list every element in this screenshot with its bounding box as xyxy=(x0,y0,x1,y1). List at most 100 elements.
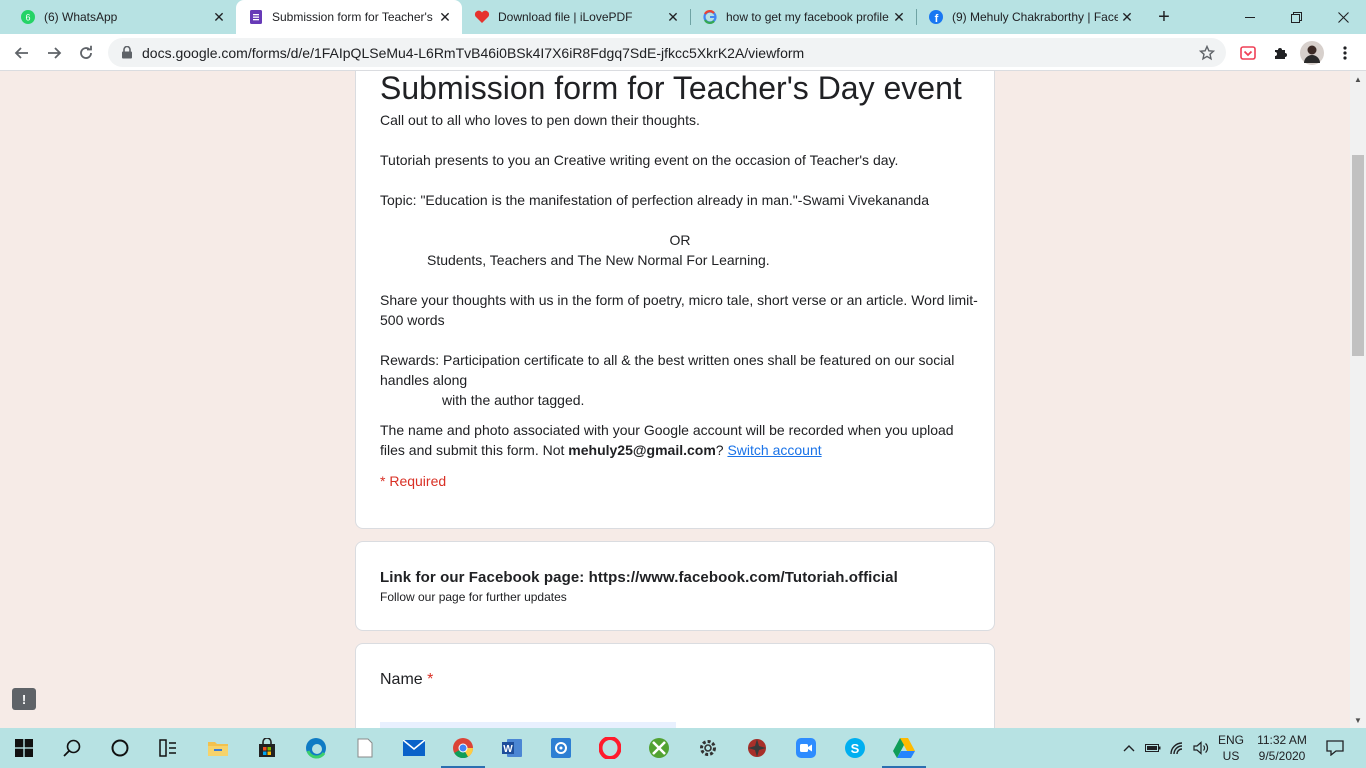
url-text[interactable]: docs.google.com/forms/d/e/1FAIpQLSeMu4-L… xyxy=(142,45,1192,61)
section-card: Link for our Facebook page: https://www.… xyxy=(355,541,995,631)
clock-time: 11:32 AM xyxy=(1257,733,1307,747)
store-bag-icon[interactable] xyxy=(243,728,291,768)
tab-forms[interactable]: Submission form for Teacher's Day event … xyxy=(236,0,462,34)
tab-title: (6) WhatsApp xyxy=(44,10,118,24)
required-indicator: * Required xyxy=(380,473,447,489)
settings-gear-icon[interactable] xyxy=(684,728,732,768)
word-icon[interactable]: W xyxy=(488,728,536,768)
kebab-menu-icon xyxy=(1343,46,1347,60)
edge-browser-icon[interactable] xyxy=(292,728,340,768)
close-icon[interactable]: ✕ xyxy=(436,8,454,26)
description-blank xyxy=(380,210,980,230)
google-forms-icon xyxy=(248,9,264,25)
input-language[interactable]: ENG US xyxy=(1213,732,1249,764)
language-code: ENG xyxy=(1217,733,1244,747)
arrow-left-icon xyxy=(14,47,28,59)
form-header-card: Submission form for Teacher's Day event … xyxy=(355,71,995,529)
search-icon[interactable] xyxy=(48,728,96,768)
skype-icon[interactable]: S xyxy=(831,728,879,768)
notifications-icon[interactable] xyxy=(1320,728,1350,768)
show-hidden-icons-chevron-icon[interactable] xyxy=(1118,728,1140,768)
browser-toolbar: docs.google.com/forms/d/e/1FAIpQLSeMu4-L… xyxy=(0,34,1366,71)
system-clock[interactable]: 11:32 AM 9/5/2020 xyxy=(1252,732,1312,764)
google-icon xyxy=(702,9,718,25)
drive-icon[interactable] xyxy=(880,728,928,768)
description-blank xyxy=(380,330,980,350)
control-panel-icon[interactable] xyxy=(537,728,585,768)
battery-icon[interactable] xyxy=(1142,728,1164,768)
required-asterisk: * xyxy=(427,671,434,688)
ilovepdf-heart-icon xyxy=(474,9,490,25)
tab-title: Submission form for Teacher's Day event xyxy=(272,10,436,24)
opera-icon[interactable] xyxy=(586,728,634,768)
description-blank xyxy=(380,270,980,290)
description-line: Call out to all who loves to pen down th… xyxy=(380,112,700,128)
description-line: Rewards: Participation certificate to al… xyxy=(380,352,955,388)
section-title: Link for our Facebook page: https://www.… xyxy=(380,569,898,586)
form-title: Submission form for Teacher's Day event xyxy=(380,71,962,106)
chrome-icon[interactable] xyxy=(439,728,487,768)
xbox-icon[interactable] xyxy=(635,728,683,768)
close-icon[interactable]: ✕ xyxy=(890,8,908,26)
region-code: US xyxy=(1222,749,1240,763)
scroll-down-arrow-icon[interactable]: ▼ xyxy=(1350,712,1366,728)
tab-ilovepdf[interactable]: Download file | iLovePDF ✕ xyxy=(462,0,690,34)
reload-button[interactable] xyxy=(72,39,100,67)
mail-icon[interactable] xyxy=(390,728,438,768)
svg-text:S: S xyxy=(851,741,860,756)
forward-button[interactable] xyxy=(40,39,68,67)
tab-title: how to get my facebook profile link xyxy=(726,10,890,24)
description-blank xyxy=(380,170,980,190)
new-tab-button[interactable]: + xyxy=(1152,5,1176,29)
close-icon[interactable]: ✕ xyxy=(664,8,682,26)
report-feedback-icon[interactable]: ! xyxy=(12,688,36,710)
form-description: Call out to all who loves to pen down th… xyxy=(380,110,980,410)
file-explorer-icon[interactable] xyxy=(194,728,242,768)
close-window-button[interactable] xyxy=(1320,0,1366,34)
restore-button[interactable] xyxy=(1273,0,1319,34)
description-line: Students, Teachers and The New Normal Fo… xyxy=(427,252,770,268)
description-line: Topic: "Education is the manifestation o… xyxy=(380,192,929,208)
scroll-up-arrow-icon[interactable]: ▲ xyxy=(1350,71,1366,87)
pocket-extension-icon[interactable] xyxy=(1235,40,1261,66)
wifi-icon[interactable] xyxy=(1166,728,1188,768)
account-email: mehuly25@gmail.com xyxy=(568,442,716,458)
close-icon[interactable]: ✕ xyxy=(210,8,228,26)
notepad-file-icon[interactable] xyxy=(341,728,389,768)
description-or: OR xyxy=(669,232,691,248)
extensions-puzzle-icon[interactable] xyxy=(1267,40,1293,66)
lock-icon[interactable] xyxy=(112,46,142,59)
tab-whatsapp[interactable]: 6 (6) WhatsApp ✕ xyxy=(8,0,236,34)
more-options-button[interactable] xyxy=(1332,40,1358,66)
address-bar[interactable]: docs.google.com/forms/d/e/1FAIpQLSeMu4-L… xyxy=(108,38,1226,67)
facebook-icon: f xyxy=(928,9,944,25)
whatsapp-icon: 6 xyxy=(20,9,36,25)
description-line: Tutoriah presents to you an Creative wri… xyxy=(380,152,899,168)
windows-start-icon[interactable] xyxy=(0,728,48,768)
windows-taskbar: W S ENG US 11:32 AM 9/5/2020 xyxy=(0,728,1366,768)
volume-icon[interactable] xyxy=(1190,728,1212,768)
svg-text:W: W xyxy=(503,744,513,755)
zoom-icon[interactable] xyxy=(782,728,830,768)
cortana-icon[interactable] xyxy=(96,728,144,768)
back-button[interactable] xyxy=(8,39,36,67)
task-view-icon[interactable] xyxy=(144,728,192,768)
section-description: Follow our page for further updates xyxy=(380,590,567,604)
tab-title: Download file | iLovePDF xyxy=(498,10,633,24)
description-line: Share your thoughts with us in the form … xyxy=(380,292,978,328)
minimize-button[interactable] xyxy=(1227,0,1273,34)
switch-account-link[interactable]: Switch account xyxy=(727,442,821,458)
game-app-icon[interactable] xyxy=(733,728,781,768)
tab-facebook[interactable]: f (9) Mehuly Chakraborthy | Facebook ✕ xyxy=(916,0,1144,34)
svg-text:6: 6 xyxy=(25,13,30,23)
close-icon[interactable]: ✕ xyxy=(1118,8,1136,26)
page-scrollbar[interactable]: ▲ ▼ xyxy=(1350,71,1366,728)
profile-avatar[interactable] xyxy=(1299,40,1325,66)
scrollbar-thumb[interactable] xyxy=(1352,155,1364,356)
question-label: Name * xyxy=(380,671,433,689)
arrow-right-icon xyxy=(48,47,62,59)
tab-strip: 6 (6) WhatsApp ✕ Submission form for Tea… xyxy=(0,0,1366,34)
tab-google-search[interactable]: how to get my facebook profile link ✕ xyxy=(690,0,916,34)
description-line: with the author tagged. xyxy=(442,392,585,408)
bookmark-star-icon[interactable] xyxy=(1192,44,1222,61)
